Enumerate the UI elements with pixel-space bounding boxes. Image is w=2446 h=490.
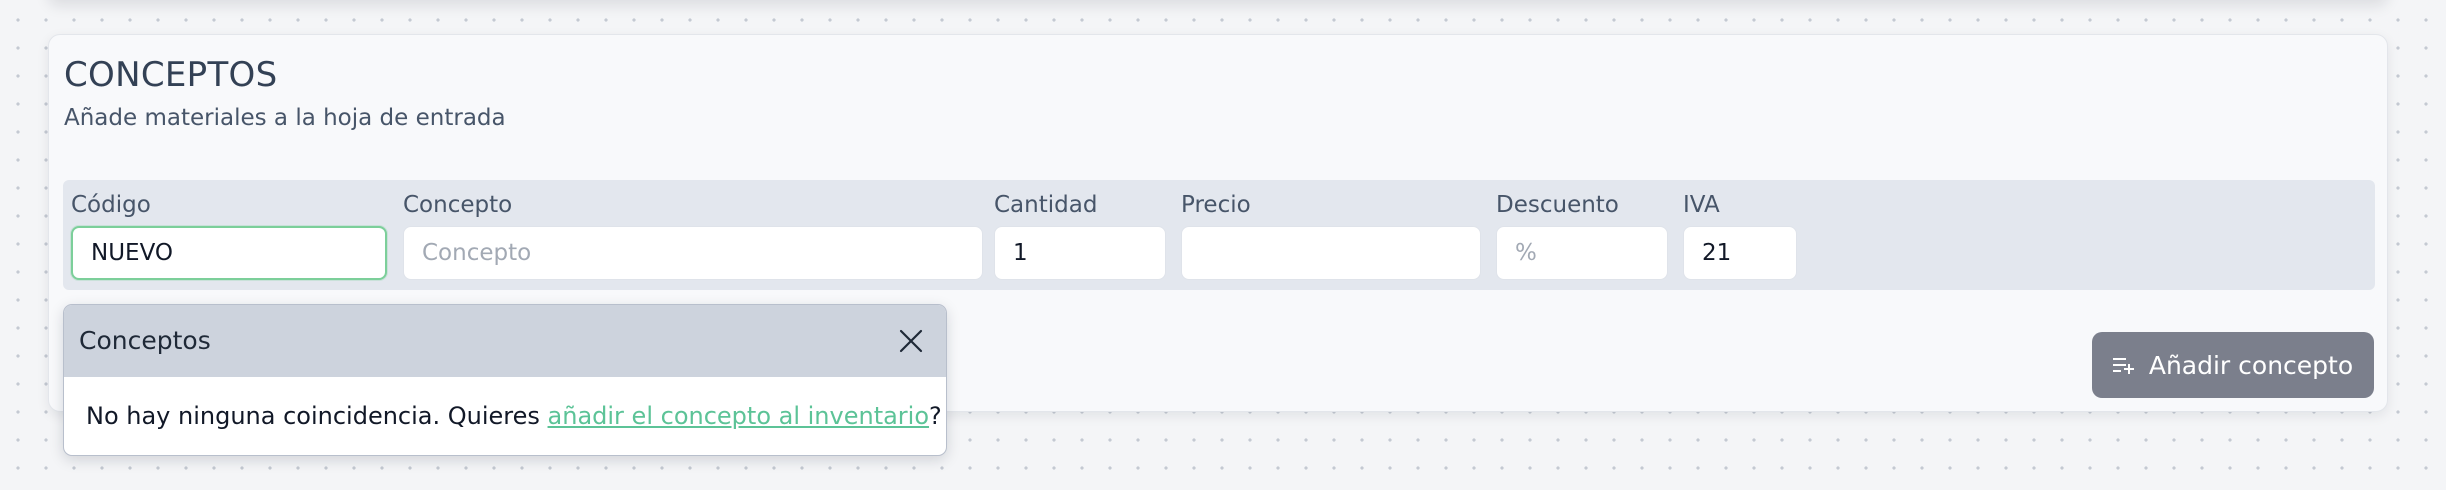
no-match-message: No hay ninguna coincidencia. Quieres aña… [86, 402, 942, 431]
close-icon [899, 329, 923, 353]
concept-form-row: Código Concepto Cantidad Precio Descuent… [63, 180, 2375, 290]
descuento-label: Descuento [1496, 192, 1619, 218]
section-title: CONCEPTOS [64, 55, 278, 95]
add-concept-label: Añadir concepto [2148, 350, 2354, 380]
precio-input[interactable] [1181, 226, 1481, 280]
popup-title: Conceptos [79, 326, 211, 355]
concepts-popup: Conceptos No hay ninguna coincidencia. Q… [63, 304, 947, 456]
iva-input[interactable] [1683, 226, 1797, 280]
codigo-input[interactable] [71, 226, 387, 280]
playlist-add-icon [2112, 358, 2134, 374]
add-to-inventory-link[interactable]: añadir el concepto al inventario [548, 402, 930, 430]
section-subtitle: Añade materiales a la hoja de entrada [64, 105, 506, 131]
message-prefix: No hay ninguna coincidencia. Quieres [86, 402, 548, 430]
add-concept-button[interactable]: Añadir concepto [2092, 332, 2374, 398]
descuento-input[interactable] [1496, 226, 1668, 280]
iva-label: IVA [1683, 192, 1720, 218]
concepto-input[interactable] [403, 226, 983, 280]
codigo-label: Código [71, 192, 151, 218]
cantidad-label: Cantidad [994, 192, 1098, 218]
popup-header: Conceptos [64, 305, 946, 377]
close-popup-button[interactable] [896, 326, 926, 356]
cantidad-input[interactable] [994, 226, 1166, 280]
concepto-label: Concepto [403, 192, 513, 218]
message-suffix: ? [929, 402, 942, 430]
precio-label: Precio [1181, 192, 1251, 218]
